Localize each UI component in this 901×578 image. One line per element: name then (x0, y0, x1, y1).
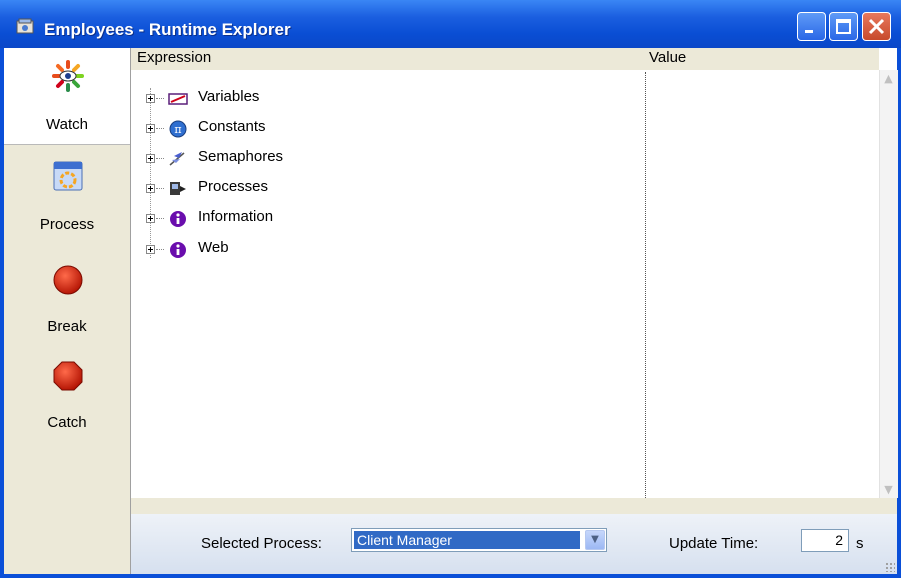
tree-node-label: Constants (198, 118, 266, 135)
update-time-unit: s (856, 535, 864, 552)
variables-icon (168, 93, 188, 105)
sidebar-item-label: Break (47, 318, 87, 335)
column-header-expression[interactable]: Expression (131, 48, 643, 70)
window-client-area: Watch Process Break Catch Expression Val… (4, 48, 898, 574)
column-separator (645, 72, 646, 498)
close-icon (868, 18, 885, 35)
process-window-icon (53, 161, 83, 191)
tree-node-label: Variables (198, 88, 260, 105)
scroll-up-icon[interactable]: ▲ (880, 70, 897, 87)
chevron-down-icon[interactable]: ▼ (585, 530, 605, 550)
sidebar-item-label: Watch (46, 116, 88, 133)
tree-node-label: Processes (198, 178, 269, 195)
minimize-button[interactable] (797, 12, 826, 41)
tree-node-label: Semaphores (198, 148, 284, 165)
sidebar-item-watch[interactable]: Watch (4, 48, 130, 145)
tree-bottom-divider (131, 498, 897, 514)
close-button[interactable] (862, 12, 891, 41)
minimize-icon (805, 30, 813, 33)
resize-grip-icon[interactable] (885, 562, 895, 572)
selected-process-dropdown[interactable]: Client Manager ▼ (351, 528, 607, 552)
sidebar-item-catch[interactable]: Catch (4, 340, 130, 436)
sidebar-item-label: Catch (47, 414, 87, 431)
pi-icon: π (169, 120, 187, 138)
tree-node-label: Information (198, 208, 274, 225)
runtime-explorer-window: Employees - Runtime Explorer Watch Proce… (0, 0, 901, 578)
semaphore-flag-icon (169, 152, 185, 166)
expand-icon[interactable] (146, 124, 155, 133)
bottom-toolbar: Selected Process: Client Manager ▼ Updat… (131, 514, 897, 574)
app-icon (16, 18, 34, 34)
processes-icon (170, 182, 186, 195)
column-header-value[interactable]: Value (643, 48, 879, 70)
maximize-icon (836, 19, 851, 34)
scroll-down-icon[interactable]: ▼ (880, 481, 897, 498)
info-icon (170, 211, 186, 227)
expand-icon[interactable] (146, 154, 155, 163)
vertical-scrollbar[interactable]: ▲ ▼ (879, 70, 898, 498)
tree-connector-line (150, 88, 151, 258)
maximize-button[interactable] (829, 12, 858, 41)
red-circle-icon (53, 265, 83, 295)
title-bar[interactable]: Employees - Runtime Explorer (0, 0, 901, 48)
svg-text:π: π (174, 123, 181, 136)
sidebar-item-process[interactable]: Process (4, 148, 130, 244)
expand-icon[interactable] (146, 214, 155, 223)
selected-process-value[interactable]: Client Manager (354, 531, 580, 549)
tree-node-label: Web (198, 239, 229, 256)
sidebar: Watch Process Break Catch (4, 48, 131, 574)
red-octagon-icon (53, 361, 83, 391)
sidebar-item-break[interactable]: Break (4, 244, 130, 340)
selected-process-label: Selected Process: (201, 535, 322, 552)
watch-eye-icon (52, 60, 84, 92)
window-title: Employees - Runtime Explorer (44, 20, 291, 39)
expand-icon[interactable] (146, 245, 155, 254)
watch-tree-view[interactable]: Expression Value Variables π Constants S… (131, 48, 898, 514)
update-time-input[interactable]: 2 (801, 529, 849, 552)
expand-icon[interactable] (146, 184, 155, 193)
sidebar-item-label: Process (39, 216, 95, 233)
info-icon (170, 242, 186, 258)
update-time-label: Update Time: (669, 535, 759, 552)
expand-icon[interactable] (146, 94, 155, 103)
